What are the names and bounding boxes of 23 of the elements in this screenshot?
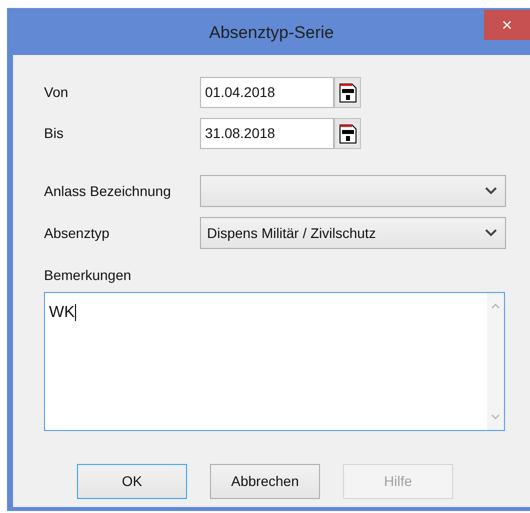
dialog-button[interactable]: OK <box>77 464 187 499</box>
window-title: Absenztyp-Serie <box>209 22 334 44</box>
field-label: Anlass Bezeichnung <box>44 182 172 201</box>
chevron-down-icon <box>485 229 497 237</box>
dropdown[interactable] <box>200 175 506 207</box>
calendar-icon <box>338 124 356 144</box>
calendar-button[interactable] <box>334 77 361 108</box>
close-button[interactable]: × <box>484 10 530 40</box>
scrollbar[interactable] <box>487 293 504 430</box>
date-field[interactable]: 31.08.2018 <box>200 118 334 149</box>
chevron-down-icon <box>485 187 497 195</box>
calendar-button[interactable] <box>334 118 361 149</box>
calendar-icon <box>338 82 356 102</box>
field-label: Absenztyp <box>44 224 110 243</box>
remarks-field[interactable]: WK <box>44 292 505 431</box>
scroll-up-icon[interactable] <box>491 303 500 309</box>
scroll-down-icon[interactable] <box>491 414 500 420</box>
dialog-button[interactable]: Abbrechen <box>210 464 320 499</box>
field-label: Bis <box>44 124 64 143</box>
dropdown[interactable]: Dispens Militär / Zivilschutz <box>200 217 506 249</box>
field-label: Von <box>44 83 70 102</box>
date-field[interactable]: 01.04.2018 <box>200 77 334 108</box>
remarks-label: Bemerkungen <box>44 266 132 285</box>
